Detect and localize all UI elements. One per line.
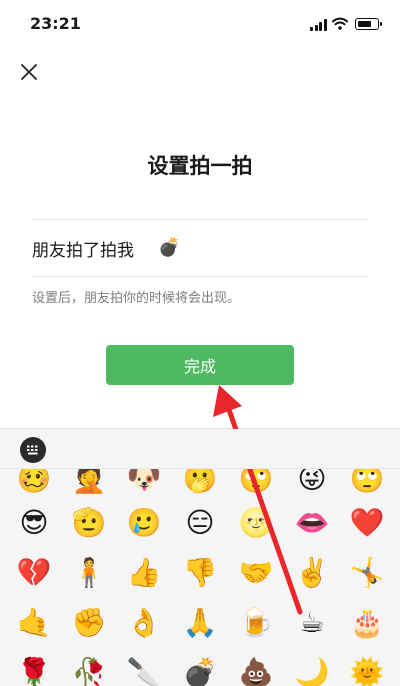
keyboard-button[interactable]	[20, 437, 46, 463]
keyboard-icon	[27, 445, 38, 455]
emoji-item[interactable]: 🎂	[347, 603, 387, 643]
emoji-item[interactable]: 👍	[124, 553, 164, 593]
status-bar: 23:21	[0, 0, 400, 50]
emoji-item[interactable]: 🧍	[69, 553, 109, 593]
emoji-item[interactable]: 💔	[14, 553, 54, 593]
emoji-toolbar	[0, 429, 400, 469]
emoji-item[interactable]: 🥀	[69, 653, 109, 686]
emoji-item[interactable]: 😑	[180, 503, 220, 543]
emoji-item[interactable]: 💣	[180, 653, 220, 686]
emoji-item[interactable]: 👄	[292, 503, 332, 543]
emoji-item[interactable]: 👎	[180, 553, 220, 593]
emoji-item[interactable]: ❤️	[347, 503, 387, 543]
bomb-emoji: 💣	[158, 237, 181, 258]
emoji-item[interactable]: 🔪	[124, 653, 164, 686]
emoji-item[interactable]: 🫡	[69, 503, 109, 543]
wifi-icon	[332, 17, 348, 30]
emoji-item[interactable]: ✌️	[292, 553, 332, 593]
emoji-item[interactable]: 👌	[124, 603, 164, 643]
emoji-item[interactable]: 💩	[236, 653, 276, 686]
pat-text-field[interactable]: 朋友拍了拍我 💣	[32, 228, 368, 268]
emoji-item[interactable]: 😎	[14, 503, 54, 543]
emoji-item[interactable]: 🤙	[14, 603, 54, 643]
done-button[interactable]: 完成	[106, 345, 294, 385]
emoji-item[interactable]: 🍺	[236, 603, 276, 643]
hint-text: 设置后，朋友拍你的时候将会出现。	[32, 291, 241, 306]
emoji-item[interactable]: 🥲	[124, 503, 164, 543]
emoji-item[interactable]: 🙏	[180, 603, 220, 643]
emoji-item[interactable]: 🌙	[292, 653, 332, 686]
emoji-panel: 🥴 🤦 🐶 🫢 🙄 😜 🙄 😎 🫡 🥲 😑 🌝 👄 ❤️ 💔 🧍 👍 👎 🤝 ✌️ 🤸 🤙 ✊ 👌 🙏 🍺 ☕ 🎂 🌹 🥀 🔪 💣 💩 🌙 🌞	[0, 428, 400, 686]
emoji-item[interactable]: 🌞	[347, 653, 387, 686]
divider-top	[32, 219, 368, 220]
emoji-item[interactable]: 🌝	[236, 503, 276, 543]
status-time: 23:21	[30, 14, 81, 33]
emoji-item[interactable]: 🤸	[347, 553, 387, 593]
battery-icon	[355, 18, 382, 30]
page-title: 设置拍一拍	[147, 154, 253, 178]
emoji-item[interactable]: 🤝	[236, 553, 276, 593]
close-button[interactable]	[17, 60, 41, 84]
pat-text: 朋友拍了拍我	[32, 240, 134, 261]
battery-level	[357, 20, 371, 27]
close-icon	[21, 64, 37, 80]
signal-icon	[310, 19, 327, 31]
emoji-item[interactable]: ☕	[292, 603, 332, 643]
emoji-item[interactable]: 🌹	[14, 653, 54, 686]
emoji-item[interactable]: ✊	[69, 603, 109, 643]
divider-bottom	[32, 276, 368, 277]
